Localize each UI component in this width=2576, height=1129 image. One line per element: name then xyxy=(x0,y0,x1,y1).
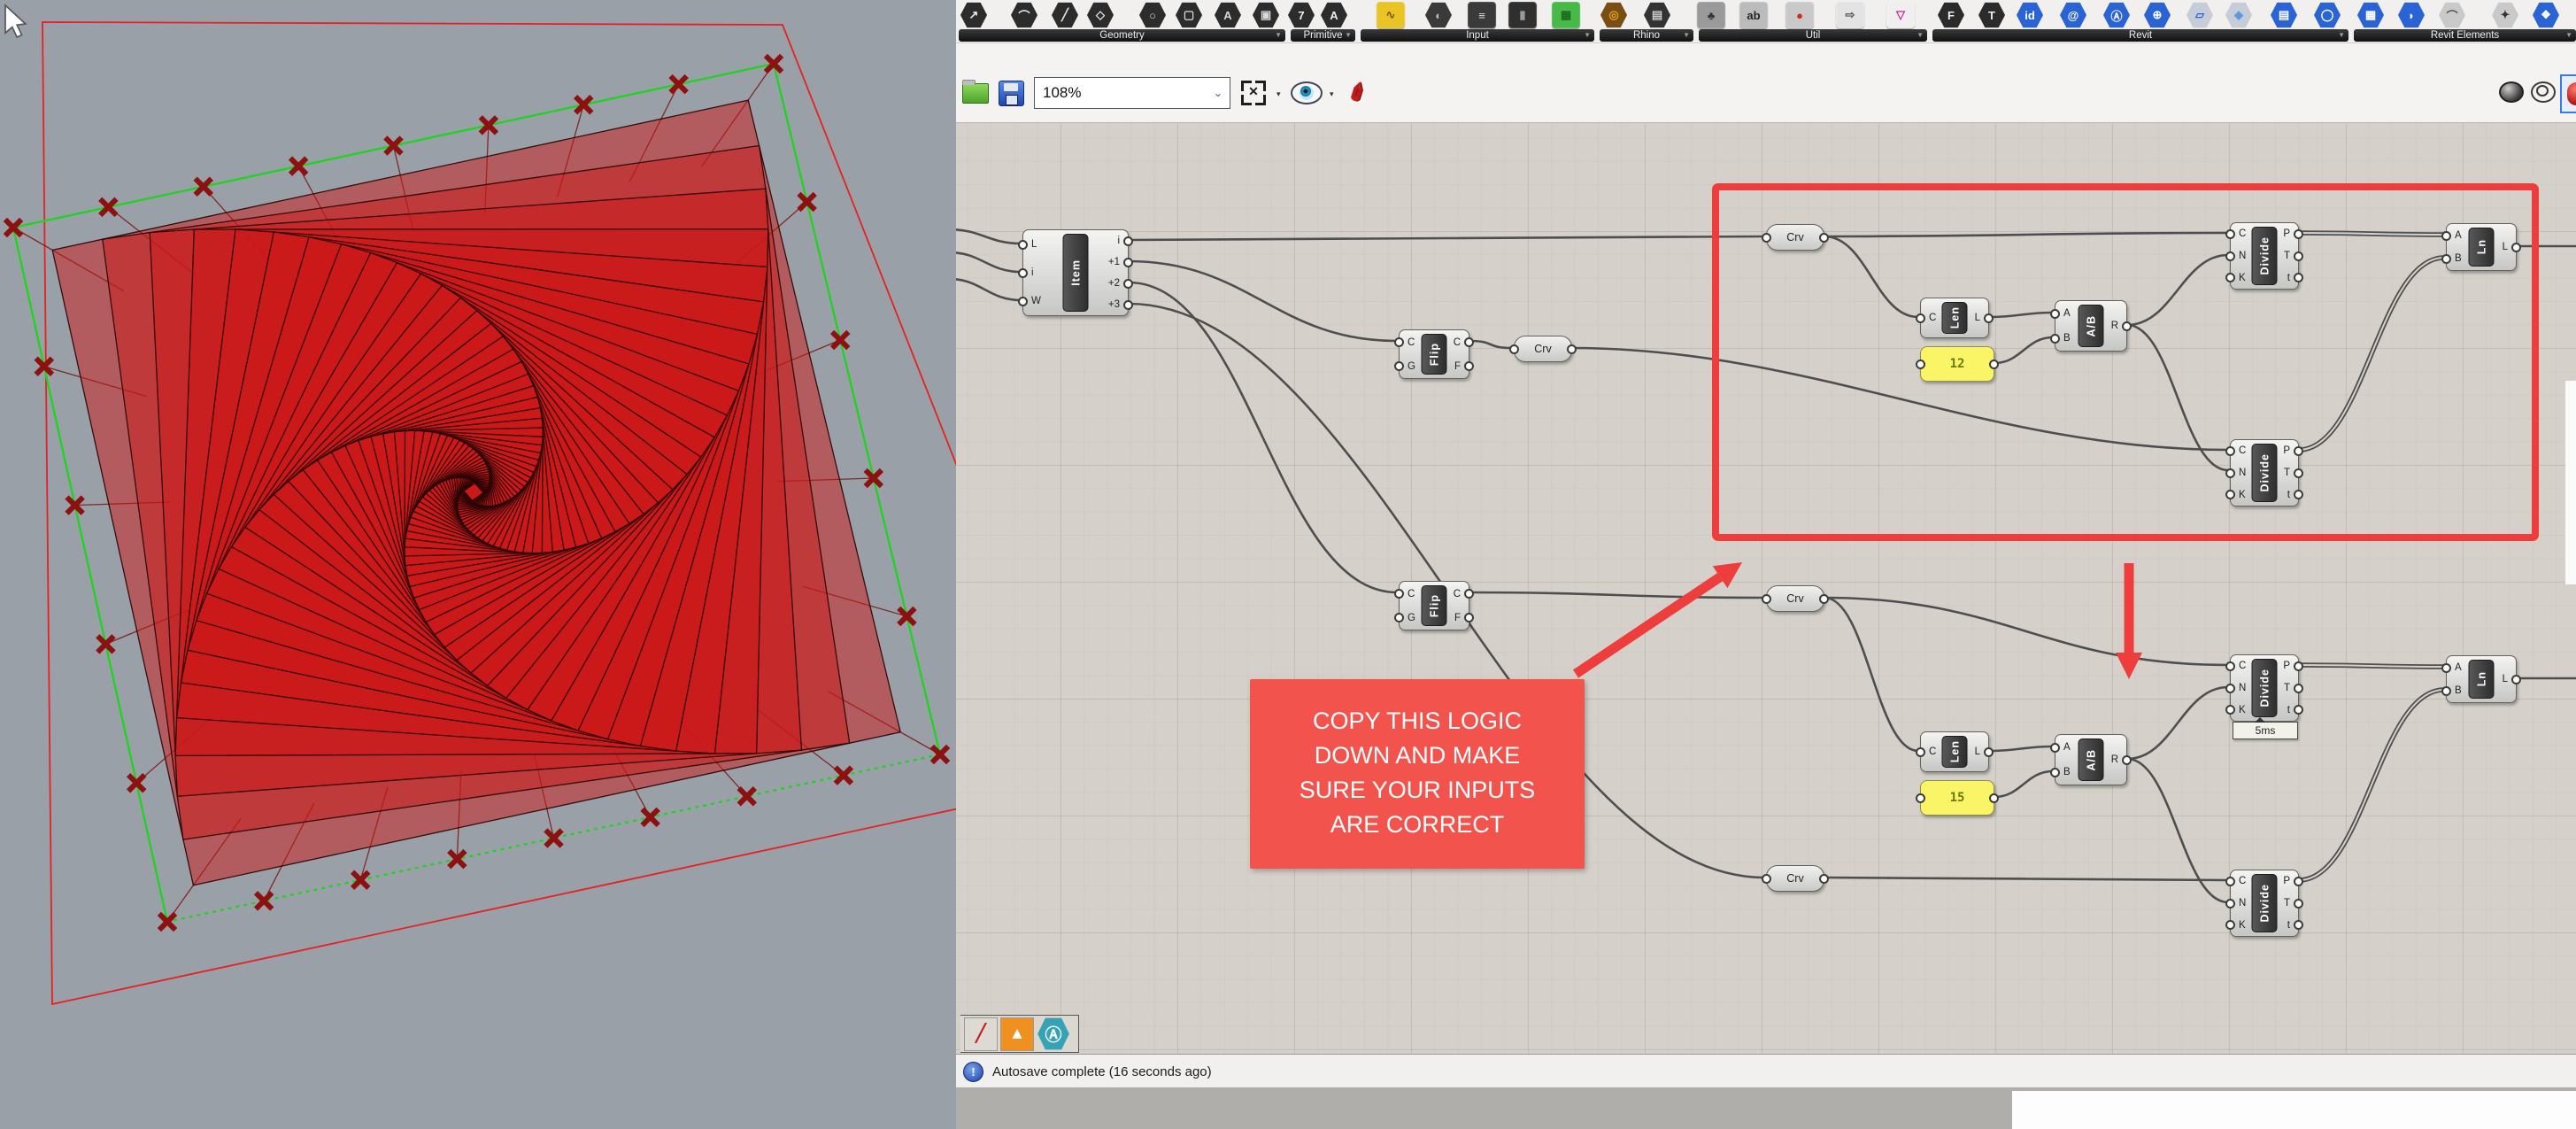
red-material-icon xyxy=(2567,82,2576,105)
graph-mapper-icon[interactable]: ∿ xyxy=(1377,2,1405,28)
tab-label[interactable]: Geometry xyxy=(959,29,1285,42)
highlight-box xyxy=(1716,187,2535,537)
annotation-arrow xyxy=(1576,577,1720,674)
note-line: ARE CORRECT xyxy=(1250,808,1585,842)
red-pen-icon: ✐ xyxy=(1343,76,1373,110)
preview-wireframe-button[interactable] xyxy=(2530,79,2557,105)
status-bar: ! Autosave complete (16 seconds ago) xyxy=(956,1054,2576,1088)
canvas-corner-toolbar: ╱▲Ⓐ xyxy=(960,1015,1079,1053)
canvas-toolbar: 108% ⌄ ✕ ▾ ▾ ✐ xyxy=(956,43,2576,123)
chevron-down-icon[interactable]: ▼ xyxy=(1917,29,1924,42)
script-abc-icon[interactable]: ab xyxy=(1739,2,1768,28)
sketch-tool-icon[interactable]: ╱ xyxy=(964,1017,998,1051)
twisted-rectangles xyxy=(52,100,900,885)
open-folder-icon xyxy=(962,83,989,104)
flask-icon[interactable]: ▽ xyxy=(1886,2,1915,28)
viewport-drawing xyxy=(0,0,956,1129)
preview-custom-button[interactable] xyxy=(2560,74,2576,113)
note-line: DOWN AND MAKE xyxy=(1250,738,1585,773)
tree-icon[interactable]: ♣ xyxy=(1697,2,1725,28)
background-window-edge xyxy=(2565,381,2576,584)
bookmark-icon[interactable]: ▲ xyxy=(1000,1017,1034,1051)
tab-label[interactable]: Revit Elements xyxy=(2354,29,2576,42)
jump-arrow-icon[interactable]: ⇨ xyxy=(1836,2,1864,28)
open-file-button[interactable] xyxy=(958,75,993,111)
grasshopper-window: Geometry▼↗⌒╱◇○▢A▣Primitive▼7AInput▼∿◐≡▮▦… xyxy=(956,0,2576,1129)
mouse-cursor xyxy=(5,5,26,37)
chevron-down-icon[interactable]: ▼ xyxy=(2565,29,2572,42)
chevron-down-icon[interactable]: ▼ xyxy=(1275,29,1282,42)
grasshopper-canvas[interactable]: ItemLiWi+1+2+3FlipCGCFCrvCrvLenCL12A/BAB… xyxy=(956,123,2576,1054)
note-line: SURE YOUR INPUTS xyxy=(1250,773,1585,808)
annotation-layer xyxy=(956,123,2576,1054)
info-icon: ! xyxy=(963,1062,983,1082)
tab-label[interactable]: Revit xyxy=(1932,29,2348,42)
save-floppy-icon xyxy=(999,81,1024,106)
division-point-marker xyxy=(354,874,366,886)
zoom-value: 108% xyxy=(1035,84,1207,102)
zoom-dropdown[interactable]: 108% ⌄ xyxy=(1034,77,1230,109)
background-window-patch xyxy=(2012,1091,2576,1129)
preview-shaded-button[interactable] xyxy=(2498,79,2525,105)
chevron-down-icon[interactable]: ▼ xyxy=(1683,29,1690,42)
chevron-down-icon[interactable]: ▼ xyxy=(2338,29,2345,42)
division-point-marker xyxy=(837,769,850,782)
preview-toggle-button[interactable] xyxy=(1289,75,1324,111)
component-tab-toolbar: Geometry▼↗⌒╱◇○▢A▣Primitive▼7AInput▼∿◐≡▮▦… xyxy=(956,0,2576,43)
panel-icon[interactable]: ▮ xyxy=(1508,2,1537,28)
gradient-icon[interactable]: ▦ xyxy=(1552,2,1580,28)
value-list-icon[interactable]: ≡ xyxy=(1468,2,1496,28)
zoom-extents-button[interactable]: ✕ xyxy=(1236,75,1271,111)
zoom-extents-icon: ✕ xyxy=(1241,81,1266,105)
annotation-note: COPY THIS LOGICDOWN AND MAKESURE YOUR IN… xyxy=(1250,679,1585,869)
record-icon[interactable]: ● xyxy=(1785,2,1814,28)
preview-caret-icon[interactable]: ▾ xyxy=(1330,89,1334,99)
zoom-extents-caret-icon[interactable]: ▾ xyxy=(1276,89,1281,99)
chevron-down-icon: ⌄ xyxy=(1207,86,1230,100)
eye-icon xyxy=(1291,81,1323,104)
status-message: Autosave complete (16 seconds ago) xyxy=(992,1064,1212,1079)
author-hex-icon[interactable]: Ⓐ xyxy=(1037,1017,1070,1051)
note-line: COPY THIS LOGIC xyxy=(1250,704,1585,738)
sketch-button[interactable]: ✐ xyxy=(1340,75,1376,111)
rhino-viewport[interactable] xyxy=(0,0,957,1129)
tab-label[interactable]: Rhino xyxy=(1600,29,1693,42)
screen: Geometry▼↗⌒╱◇○▢A▣Primitive▼7AInput▼∿◐≡▮▦… xyxy=(0,0,2576,1129)
wireframe-cylinder-icon xyxy=(2531,81,2556,103)
tab-label[interactable]: Input xyxy=(1361,29,1594,42)
tab-label[interactable]: Util xyxy=(1699,29,1927,42)
chevron-down-icon[interactable]: ▼ xyxy=(1345,29,1352,42)
shaded-sphere-icon xyxy=(2499,81,2524,103)
chevron-down-icon[interactable]: ▼ xyxy=(1584,29,1591,42)
save-file-button[interactable] xyxy=(993,75,1029,111)
division-point-marker xyxy=(644,811,657,824)
